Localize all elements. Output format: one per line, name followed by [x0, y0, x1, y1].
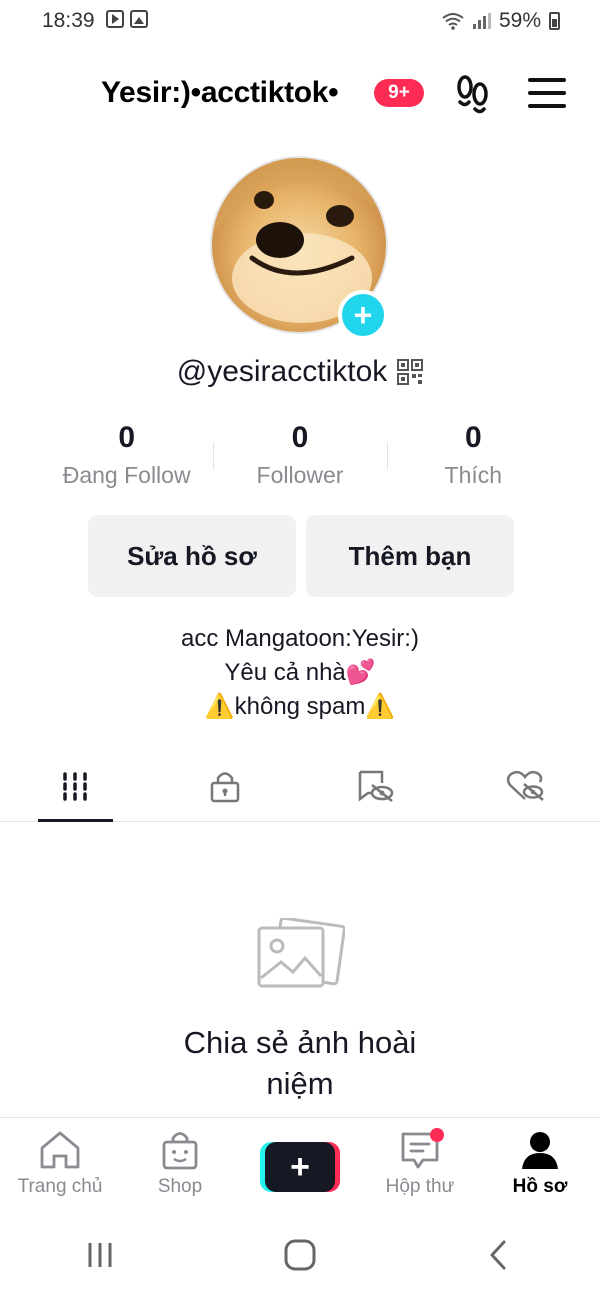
status-notification-icons — [106, 10, 148, 28]
battery-percent: 59% — [498, 9, 541, 32]
stat-label: Thích — [444, 462, 503, 488]
stat-following[interactable]: 0 Đang Follow — [40, 420, 213, 500]
nav-label: Hồ sơ — [512, 1176, 568, 1197]
inbox-unread-dot — [430, 1128, 444, 1142]
tab-videos[interactable] — [0, 750, 150, 822]
lock-icon — [210, 771, 240, 802]
shop-bag-icon — [162, 1132, 198, 1170]
signal-icon — [472, 13, 491, 29]
tab-liked[interactable] — [450, 750, 600, 821]
nav-home[interactable]: Trang chủ — [0, 1118, 120, 1209]
empty-state-line: Chia sẻ ảnh hoài — [183, 1025, 417, 1060]
profile-actions: Sửa hồ sơ Thêm bạn — [88, 515, 514, 597]
status-bar: 18:39 59% — [0, 0, 600, 44]
add-friends-button[interactable]: Thêm bạn — [306, 515, 514, 597]
home-square-icon — [284, 1239, 316, 1271]
recent-apps-icon — [88, 1243, 112, 1267]
nav-label: Shop — [157, 1176, 203, 1197]
profile-header: Yesir:)•acctiktok• 9+ — [0, 64, 600, 124]
empty-state-message: Chia sẻ ảnh hoài niệm — [0, 1022, 600, 1104]
nav-shop[interactable]: Shop — [120, 1118, 240, 1209]
profile-stats: 0 Đang Follow 0 Follower 0 Thích — [40, 420, 560, 500]
gallery-notification-icon — [130, 10, 148, 28]
profile-bio: acc Mangatoon:Yesir:) Yêu cả nhà💕 ⚠️khôn… — [0, 622, 600, 724]
grid-icon — [63, 771, 87, 801]
profile-icon — [522, 1132, 558, 1169]
bio-line: acc Mangatoon:Yesir:) — [181, 625, 419, 652]
create-plus-icon[interactable]: + — [260, 1142, 340, 1192]
qr-code-icon[interactable] — [397, 359, 424, 385]
menu-icon[interactable] — [528, 78, 566, 108]
profile-handle: @yesiracctiktok — [176, 355, 388, 388]
nav-label: Trang chủ — [17, 1176, 103, 1197]
photos-icon — [257, 918, 345, 988]
video-notification-icon — [106, 10, 124, 28]
wifi-icon — [442, 13, 464, 30]
empty-state-line: niệm — [266, 1066, 334, 1101]
home-button[interactable] — [270, 1225, 330, 1285]
stat-value: 0 — [291, 421, 309, 454]
recent-apps-button[interactable] — [70, 1225, 130, 1285]
content-tabs — [0, 750, 600, 822]
notification-badge[interactable]: 9+ — [374, 79, 424, 107]
hidden-liked-icon — [506, 770, 544, 801]
stat-likes[interactable]: 0 Thích — [386, 420, 560, 500]
battery-icon — [549, 12, 560, 30]
home-icon — [40, 1131, 80, 1169]
handle-row: @yesiracctiktok — [0, 355, 600, 389]
stat-value: 0 — [118, 421, 135, 454]
status-time: 18:39 — [42, 9, 95, 32]
stat-label: Follower — [256, 462, 344, 488]
stat-value: 0 — [464, 421, 482, 454]
bottom-navigation: Trang chủ Shop + Hộp thư Hồ sơ — [0, 1117, 600, 1209]
account-switcher-title[interactable]: Yesir:)•acctiktok• — [101, 76, 339, 110]
nav-create[interactable]: + — [240, 1118, 360, 1209]
stat-label: Đang Follow — [62, 462, 191, 488]
status-right: 59% — [441, 9, 560, 33]
edit-profile-button[interactable]: Sửa hồ sơ — [88, 515, 296, 597]
back-chevron-icon — [490, 1240, 506, 1270]
footprints-icon[interactable] — [452, 74, 492, 114]
nav-inbox[interactable]: Hộp thư — [360, 1118, 480, 1209]
nav-profile[interactable]: Hồ sơ — [480, 1118, 600, 1209]
nav-label: Hộp thư — [385, 1176, 455, 1197]
stat-followers[interactable]: 0 Follower — [213, 420, 386, 500]
system-navigation — [0, 1210, 600, 1300]
bio-line: Yêu cả nhà💕 — [224, 659, 376, 686]
add-avatar-button[interactable]: + — [338, 290, 388, 340]
bio-line: ⚠️không spam⚠️ — [204, 693, 396, 720]
back-button[interactable] — [470, 1225, 530, 1285]
tab-reposts[interactable] — [300, 750, 450, 821]
tab-private[interactable] — [150, 750, 300, 821]
hidden-reposts-icon — [358, 770, 394, 802]
